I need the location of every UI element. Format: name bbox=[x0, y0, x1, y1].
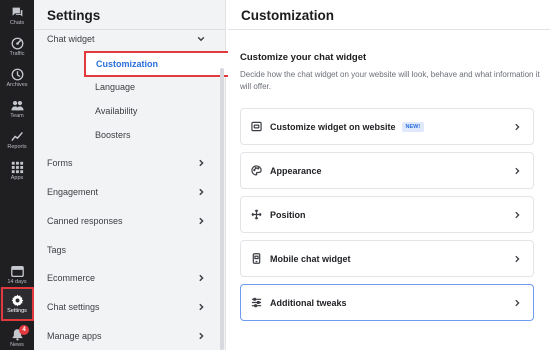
chevron-right-icon bbox=[199, 332, 204, 340]
icon-rail: Chats Traffic Archives Team Reports Apps… bbox=[0, 0, 34, 350]
sidebar-item-label: Chat settings bbox=[47, 302, 100, 312]
news-badge: 4 bbox=[19, 325, 29, 335]
card-additional-tweaks[interactable]: Additional tweaks bbox=[240, 284, 534, 321]
main-panel: Customization Customize your chat widget… bbox=[228, 0, 550, 350]
rail-item-apps[interactable]: Apps bbox=[0, 161, 34, 181]
card-label: Appearance bbox=[270, 165, 322, 176]
settings-sidebar: Settings Chat widget Customization Langu… bbox=[34, 0, 237, 350]
sidebar-item-customization[interactable]: Customization bbox=[84, 51, 237, 77]
sidebar-item-boosters[interactable]: Boosters bbox=[34, 124, 194, 146]
sidebar-item-label: Forms bbox=[47, 158, 73, 168]
sidebar-item-label: Canned responses bbox=[47, 216, 123, 226]
section-description: Decide how the chat widget on your websi… bbox=[240, 70, 540, 91]
sidebar-item-canned-responses[interactable]: Canned responses bbox=[34, 210, 219, 232]
sidebar-group-chat-widget[interactable]: Chat widget bbox=[34, 28, 219, 50]
sidebar-item-label: Tags bbox=[47, 245, 67, 255]
card-label: Customize widget on website bbox=[270, 121, 396, 132]
sidebar-scrollbar[interactable] bbox=[220, 68, 224, 350]
chevron-right-icon bbox=[515, 123, 520, 131]
card-position[interactable]: Position bbox=[240, 196, 534, 233]
rail-label: Reports bbox=[7, 144, 27, 150]
chevron-right-icon bbox=[199, 188, 204, 196]
rail-item-reports[interactable]: Reports bbox=[0, 130, 34, 150]
new-badge: NEW! bbox=[401, 121, 425, 132]
rail-item-traffic[interactable]: Traffic bbox=[0, 37, 34, 57]
sidebar-item-engagement[interactable]: Engagement bbox=[34, 181, 219, 203]
palette-icon bbox=[251, 165, 262, 176]
sidebar-item-label: Ecommerce bbox=[47, 273, 96, 283]
apps-icon bbox=[11, 161, 23, 174]
card-customize-widget[interactable]: Customize widget on website NEW! bbox=[240, 108, 534, 145]
sidebar-item-forms[interactable]: Forms bbox=[34, 152, 219, 174]
rail-item-settings[interactable]: Settings bbox=[0, 288, 34, 320]
sidebar-item-availability[interactable]: Availability bbox=[34, 100, 194, 122]
rail-label: Apps bbox=[10, 175, 24, 181]
sidebar-item-label: Manage apps bbox=[47, 331, 102, 341]
gear-icon bbox=[11, 294, 23, 307]
rail-label: Traffic bbox=[9, 51, 25, 57]
sliders-icon bbox=[251, 297, 262, 308]
section-title: Customize your chat widget bbox=[240, 52, 367, 63]
mobile-icon bbox=[252, 253, 261, 264]
chevron-right-icon bbox=[199, 217, 204, 225]
rail-item-archives[interactable]: Archives bbox=[0, 68, 34, 88]
sidebar-title: Settings bbox=[47, 8, 101, 23]
sidebar-group-label: Chat widget bbox=[47, 34, 95, 44]
sidebar-item-label: Boosters bbox=[95, 130, 131, 140]
sidebar-item-manage-apps[interactable]: Manage apps bbox=[34, 325, 219, 347]
rail-label: News bbox=[10, 342, 24, 348]
divider bbox=[228, 29, 550, 30]
trial-icon bbox=[10, 265, 24, 278]
chevron-right-icon bbox=[515, 255, 520, 263]
chevron-right-icon bbox=[515, 299, 520, 307]
team-icon bbox=[10, 100, 24, 111]
sidebar-item-tags[interactable]: Tags bbox=[34, 239, 219, 261]
rail-item-chats[interactable]: Chats bbox=[0, 6, 34, 26]
sidebar-item-ecommerce[interactable]: Ecommerce bbox=[34, 267, 219, 289]
app-window: Chats Traffic Archives Team Reports Apps… bbox=[0, 0, 550, 350]
card-mobile-chat-widget[interactable]: Mobile chat widget bbox=[240, 240, 534, 277]
chevron-down-icon bbox=[197, 36, 205, 42]
card-label: Additional tweaks bbox=[270, 297, 347, 308]
chat-icon bbox=[12, 7, 22, 17]
chevron-right-icon bbox=[515, 167, 520, 175]
card-label: Mobile chat widget bbox=[270, 253, 351, 264]
sidebar-item-chat-settings[interactable]: Chat settings bbox=[34, 296, 219, 318]
rail-label: Archives bbox=[6, 82, 28, 88]
rail-label: 14 days bbox=[7, 279, 27, 285]
widget-icon bbox=[251, 121, 262, 132]
sidebar-item-label: Language bbox=[95, 82, 136, 92]
chevron-right-icon bbox=[199, 159, 204, 167]
rail-item-trial[interactable]: 14 days bbox=[0, 265, 34, 285]
move-icon bbox=[251, 209, 262, 220]
archive-icon bbox=[11, 68, 23, 81]
rail-label: Chats bbox=[9, 20, 25, 26]
sidebar-item-label: Engagement bbox=[47, 187, 99, 197]
traffic-icon bbox=[11, 37, 23, 50]
sidebar-item-label: Customization bbox=[96, 59, 158, 69]
card-appearance[interactable]: Appearance bbox=[240, 152, 534, 189]
rail-label: Team bbox=[10, 113, 24, 119]
rail-item-team[interactable]: Team bbox=[0, 99, 34, 119]
sidebar-item-label: Availability bbox=[95, 106, 138, 116]
sidebar-item-language[interactable]: Language bbox=[34, 76, 194, 98]
rail-label: Settings bbox=[7, 308, 27, 314]
reports-icon bbox=[10, 131, 23, 142]
chevron-right-icon bbox=[199, 303, 204, 311]
page-title: Customization bbox=[241, 8, 334, 23]
chevron-right-icon bbox=[515, 211, 520, 219]
card-label: Position bbox=[270, 209, 306, 220]
chevron-right-icon bbox=[199, 274, 204, 282]
rail-item-news[interactable]: 4 News bbox=[0, 325, 34, 348]
